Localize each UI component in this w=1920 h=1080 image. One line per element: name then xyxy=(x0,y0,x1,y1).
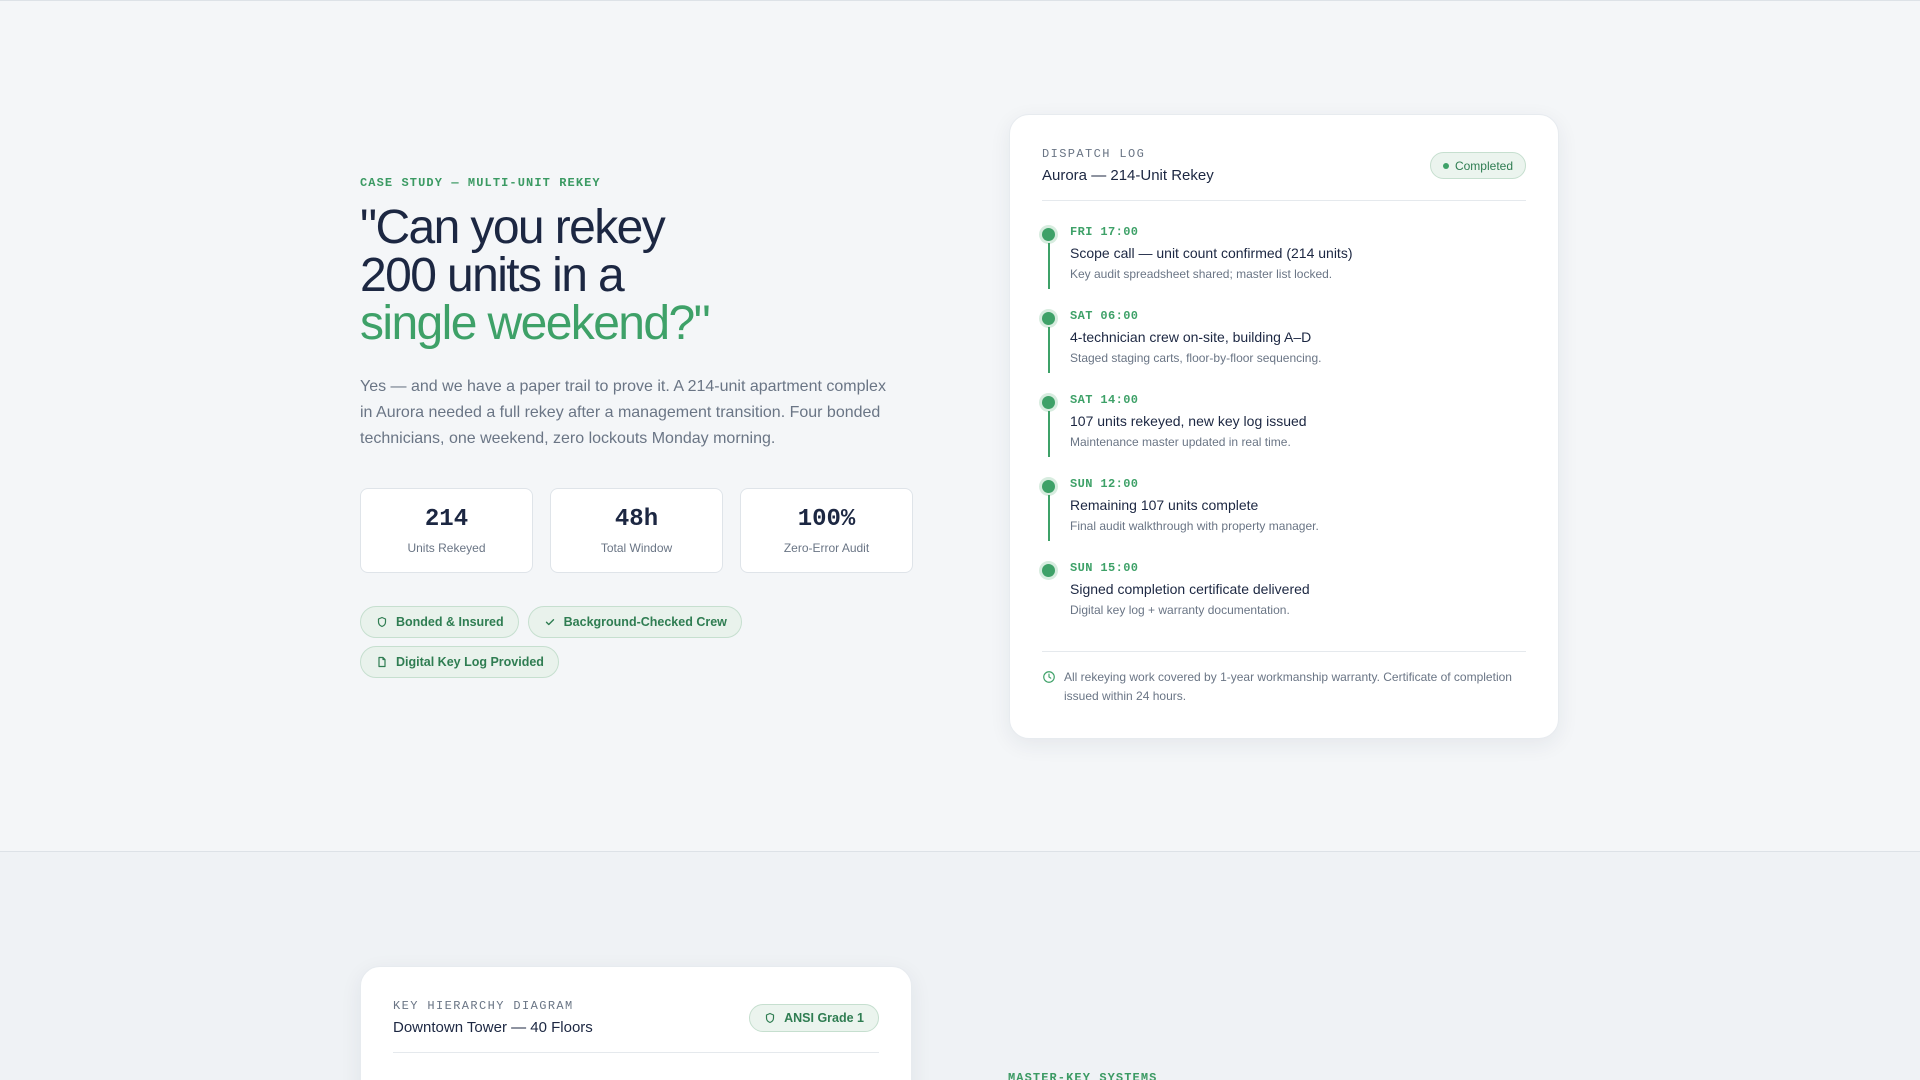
badge-bonded-insured: Bonded & Insured xyxy=(360,606,519,638)
timeline-connector xyxy=(1047,327,1050,373)
status-dot-icon xyxy=(1442,162,1449,169)
stat-units-rekeyed: 214 Units Rekeyed xyxy=(360,488,533,573)
timeline-dot-icon xyxy=(1042,480,1055,493)
hero-lede: Yes — and we have a paper trail to prove… xyxy=(360,378,886,447)
badge-digital-key-log: Digital Key Log Provided xyxy=(360,646,559,678)
stat-label: Units Rekeyed xyxy=(407,541,486,555)
clock-icon xyxy=(1043,671,1055,683)
dispatch-title: Aurora — 214-Unit Rekey xyxy=(1042,167,1214,184)
timeline-title: Scope call — unit count confirmed (214 u… xyxy=(1070,245,1353,261)
key-hierarchy-title: Downtown Tower — 40 Floors xyxy=(393,1019,593,1036)
timeline-entry: FRI 17:00 Scope call — unit count confir… xyxy=(1042,225,1526,309)
shield-icon xyxy=(377,616,387,628)
timeline-entry: SUN 15:00 Signed completion certificate … xyxy=(1042,561,1526,645)
master-key-section xyxy=(0,852,1920,1080)
warranty-text: All rekeying work covered by 1-year work… xyxy=(1064,670,1512,703)
stat-value: 48h xyxy=(614,506,659,533)
timeline-entry: SAT 14:00 107 units rekeyed, new key log… xyxy=(1042,393,1526,477)
key-hierarchy-card: KEY HIERARCHY DIAGRAM Downtown Tower — 4… xyxy=(360,966,912,1080)
timeline-dot-icon xyxy=(1042,312,1055,325)
badge-background-checked: Background-Checked Crew xyxy=(527,606,742,638)
case-study-hero: CASE STUDY — MULTI-UNIT REKEY "Can you r… xyxy=(360,176,920,678)
timeline-time: SUN 12:00 xyxy=(1070,477,1139,491)
headline-accent: single weekend?" xyxy=(360,297,711,350)
badge-label: Background-Checked Crew xyxy=(563,615,727,629)
timeline-title: 107 units rekeyed, new key log issued xyxy=(1070,413,1307,429)
timeline-connector xyxy=(1047,495,1050,541)
timeline-dot-icon xyxy=(1042,396,1055,409)
warranty-note: All rekeying work covered by 1-year work… xyxy=(1042,651,1526,706)
top-divider xyxy=(0,0,1920,1)
stats-row: 214 Units Rekeyed 48h Total Window 100% … xyxy=(360,488,920,573)
stat-total-window: 48h Total Window xyxy=(550,488,723,573)
stat-label: Zero-Error Audit xyxy=(783,541,870,555)
timeline-time: SUN 15:00 xyxy=(1070,561,1139,575)
dispatch-header: DISPATCH LOG Aurora — 214-Unit Rekey Com… xyxy=(1042,147,1526,201)
headline-line-2: 200 units in a xyxy=(360,249,625,302)
trust-badges: Bonded & Insured Background-Checked Crew… xyxy=(360,606,920,678)
timeline-time: SAT 06:00 xyxy=(1070,309,1139,323)
hero-headline: "Can you rekey 200 units in a single wee… xyxy=(360,204,920,348)
dispatch-kicker: DISPATCH LOG xyxy=(1042,147,1146,161)
stat-value: 100% xyxy=(797,506,856,533)
timeline-entry: SUN 12:00 Remaining 107 units complete F… xyxy=(1042,477,1526,561)
badge-label: Bonded & Insured xyxy=(396,615,504,629)
grade-label: ANSI Grade 1 xyxy=(784,1011,864,1025)
timeline-time: FRI 17:00 xyxy=(1070,225,1139,239)
timeline-title: 4-technician crew on-site, building A–D xyxy=(1070,329,1312,345)
stat-label: Total Window xyxy=(600,541,673,555)
timeline-title: Signed completion certificate delivered xyxy=(1070,581,1310,597)
timeline-desc: Final audit walkthrough with property ma… xyxy=(1070,519,1319,533)
status-label: Completed xyxy=(1454,158,1513,173)
timeline-connector xyxy=(1047,243,1050,289)
stat-zero-error-audit: 100% Zero-Error Audit xyxy=(740,488,913,573)
master-key-eyebrow: MASTER-KEY SYSTEMS xyxy=(1008,1071,1158,1080)
timeline-connector xyxy=(1047,411,1050,457)
stat-value: 214 xyxy=(424,506,469,533)
key-hierarchy-kicker: KEY HIERARCHY DIAGRAM xyxy=(393,999,574,1013)
status-badge: Completed xyxy=(1429,152,1526,179)
timeline-dot-icon xyxy=(1042,228,1055,241)
hero-eyebrow: CASE STUDY — MULTI-UNIT REKEY xyxy=(360,176,601,190)
document-icon xyxy=(378,656,386,668)
shield-icon xyxy=(766,1012,775,1024)
headline-line-1: "Can you rekey xyxy=(360,201,666,254)
grade-badge: ANSI Grade 1 xyxy=(749,1004,879,1032)
timeline-desc: Staged staging carts, floor-by-floor seq… xyxy=(1070,351,1322,365)
badge-label: Digital Key Log Provided xyxy=(396,655,544,669)
key-hierarchy-header: KEY HIERARCHY DIAGRAM Downtown Tower — 4… xyxy=(393,999,879,1053)
timeline-entry: SAT 06:00 4-technician crew on-site, bui… xyxy=(1042,309,1526,393)
timeline-desc: Key audit spreadsheet shared; master lis… xyxy=(1070,267,1333,281)
timeline-dot-icon xyxy=(1042,564,1055,577)
timeline-title: Remaining 107 units complete xyxy=(1070,497,1259,513)
check-icon xyxy=(545,619,554,626)
timeline-desc: Digital key log + warranty documentation… xyxy=(1070,603,1290,617)
dispatch-log-card: DISPATCH LOG Aurora — 214-Unit Rekey Com… xyxy=(1009,114,1559,739)
timeline-desc: Maintenance master updated in real time. xyxy=(1070,435,1291,449)
dispatch-timeline: FRI 17:00 Scope call — unit count confir… xyxy=(1042,225,1526,645)
timeline-time: SAT 14:00 xyxy=(1070,393,1139,407)
